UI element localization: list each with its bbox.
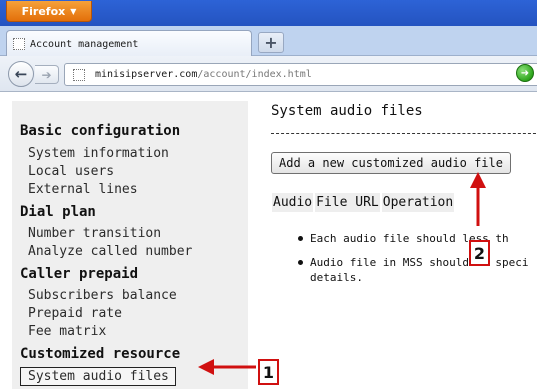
plus-icon: + — [264, 33, 278, 52]
menu-heading-customized-resource: Customized resource — [20, 346, 181, 362]
page-content: Basic configuration System information L… — [0, 93, 537, 389]
tab-strip: Account management + — [0, 26, 537, 57]
title-divider — [271, 133, 537, 134]
firefox-menu-label: Firefox — [21, 4, 66, 18]
forward-button[interactable]: ➔ — [35, 65, 59, 84]
column-header-audio: Audio — [272, 193, 314, 212]
new-tab-button[interactable]: + — [258, 32, 284, 53]
go-arrow-icon[interactable]: ➜ — [516, 64, 534, 82]
sidebar-item-analyze-called-number[interactable]: Analyze called number — [28, 244, 192, 259]
arrow-right-icon: ➔ — [41, 67, 52, 82]
tab-account-management[interactable]: Account management — [6, 30, 252, 57]
column-header-file-url: File URL — [315, 193, 380, 212]
note-item: Audio file in MSS should be speci detail… — [294, 255, 537, 285]
url-path: /account/index.html — [197, 69, 312, 80]
address-bar[interactable]: minisipserver.com/account/index.html — [64, 63, 537, 86]
annotation-arrow-1 — [198, 359, 256, 375]
sidebar-item-fee-matrix[interactable]: Fee matrix — [28, 324, 106, 339]
url-text: minisipserver.com/account/index.html — [95, 69, 312, 80]
sidebar-item-subscribers-balance[interactable]: Subscribers balance — [28, 288, 177, 303]
column-header-operation: Operation — [381, 193, 455, 212]
audio-table-header: Audio File URL Operation — [272, 193, 455, 212]
tab-title: Account management — [30, 38, 139, 50]
chevron-down-icon: ▼ — [70, 6, 77, 16]
page-favicon-icon — [13, 38, 25, 50]
url-domain: minisipserver.com — [95, 69, 198, 80]
firefox-menu-button[interactable]: Firefox ▼ — [6, 1, 92, 22]
sidebar-item-system-information[interactable]: System information — [28, 146, 169, 161]
window-titlebar: Firefox ▼ — [0, 0, 537, 26]
arrow-left-icon: ← — [14, 65, 28, 83]
navigation-toolbar: ← ➔ minisipserver.com/account/index.html… — [0, 56, 537, 92]
note-item: Each audio file should less th — [294, 231, 537, 246]
site-identity-icon — [73, 68, 85, 81]
sidebar-item-number-transition[interactable]: Number transition — [28, 226, 161, 241]
annotation-callout-1: 1 — [258, 359, 279, 385]
sidebar-item-prepaid-rate[interactable]: Prepaid rate — [28, 306, 122, 321]
back-button[interactable]: ← — [8, 61, 34, 87]
page-title: System audio files — [271, 103, 423, 119]
menu-heading-dial-plan: Dial plan — [20, 204, 96, 220]
annotation-arrow-2 — [470, 172, 486, 226]
sidebar-item-local-users[interactable]: Local users — [28, 164, 114, 179]
menu-heading-caller-prepaid: Caller prepaid — [20, 266, 139, 282]
sidebar-item-system-audio-files[interactable]: System audio files — [20, 367, 176, 386]
menu-heading-basic-configuration: Basic configuration — [20, 123, 181, 139]
notes-list: Each audio file should less th Audio fil… — [294, 231, 537, 294]
annotation-callout-2: 2 — [469, 240, 490, 266]
sidebar-item-external-lines[interactable]: External lines — [28, 182, 138, 197]
